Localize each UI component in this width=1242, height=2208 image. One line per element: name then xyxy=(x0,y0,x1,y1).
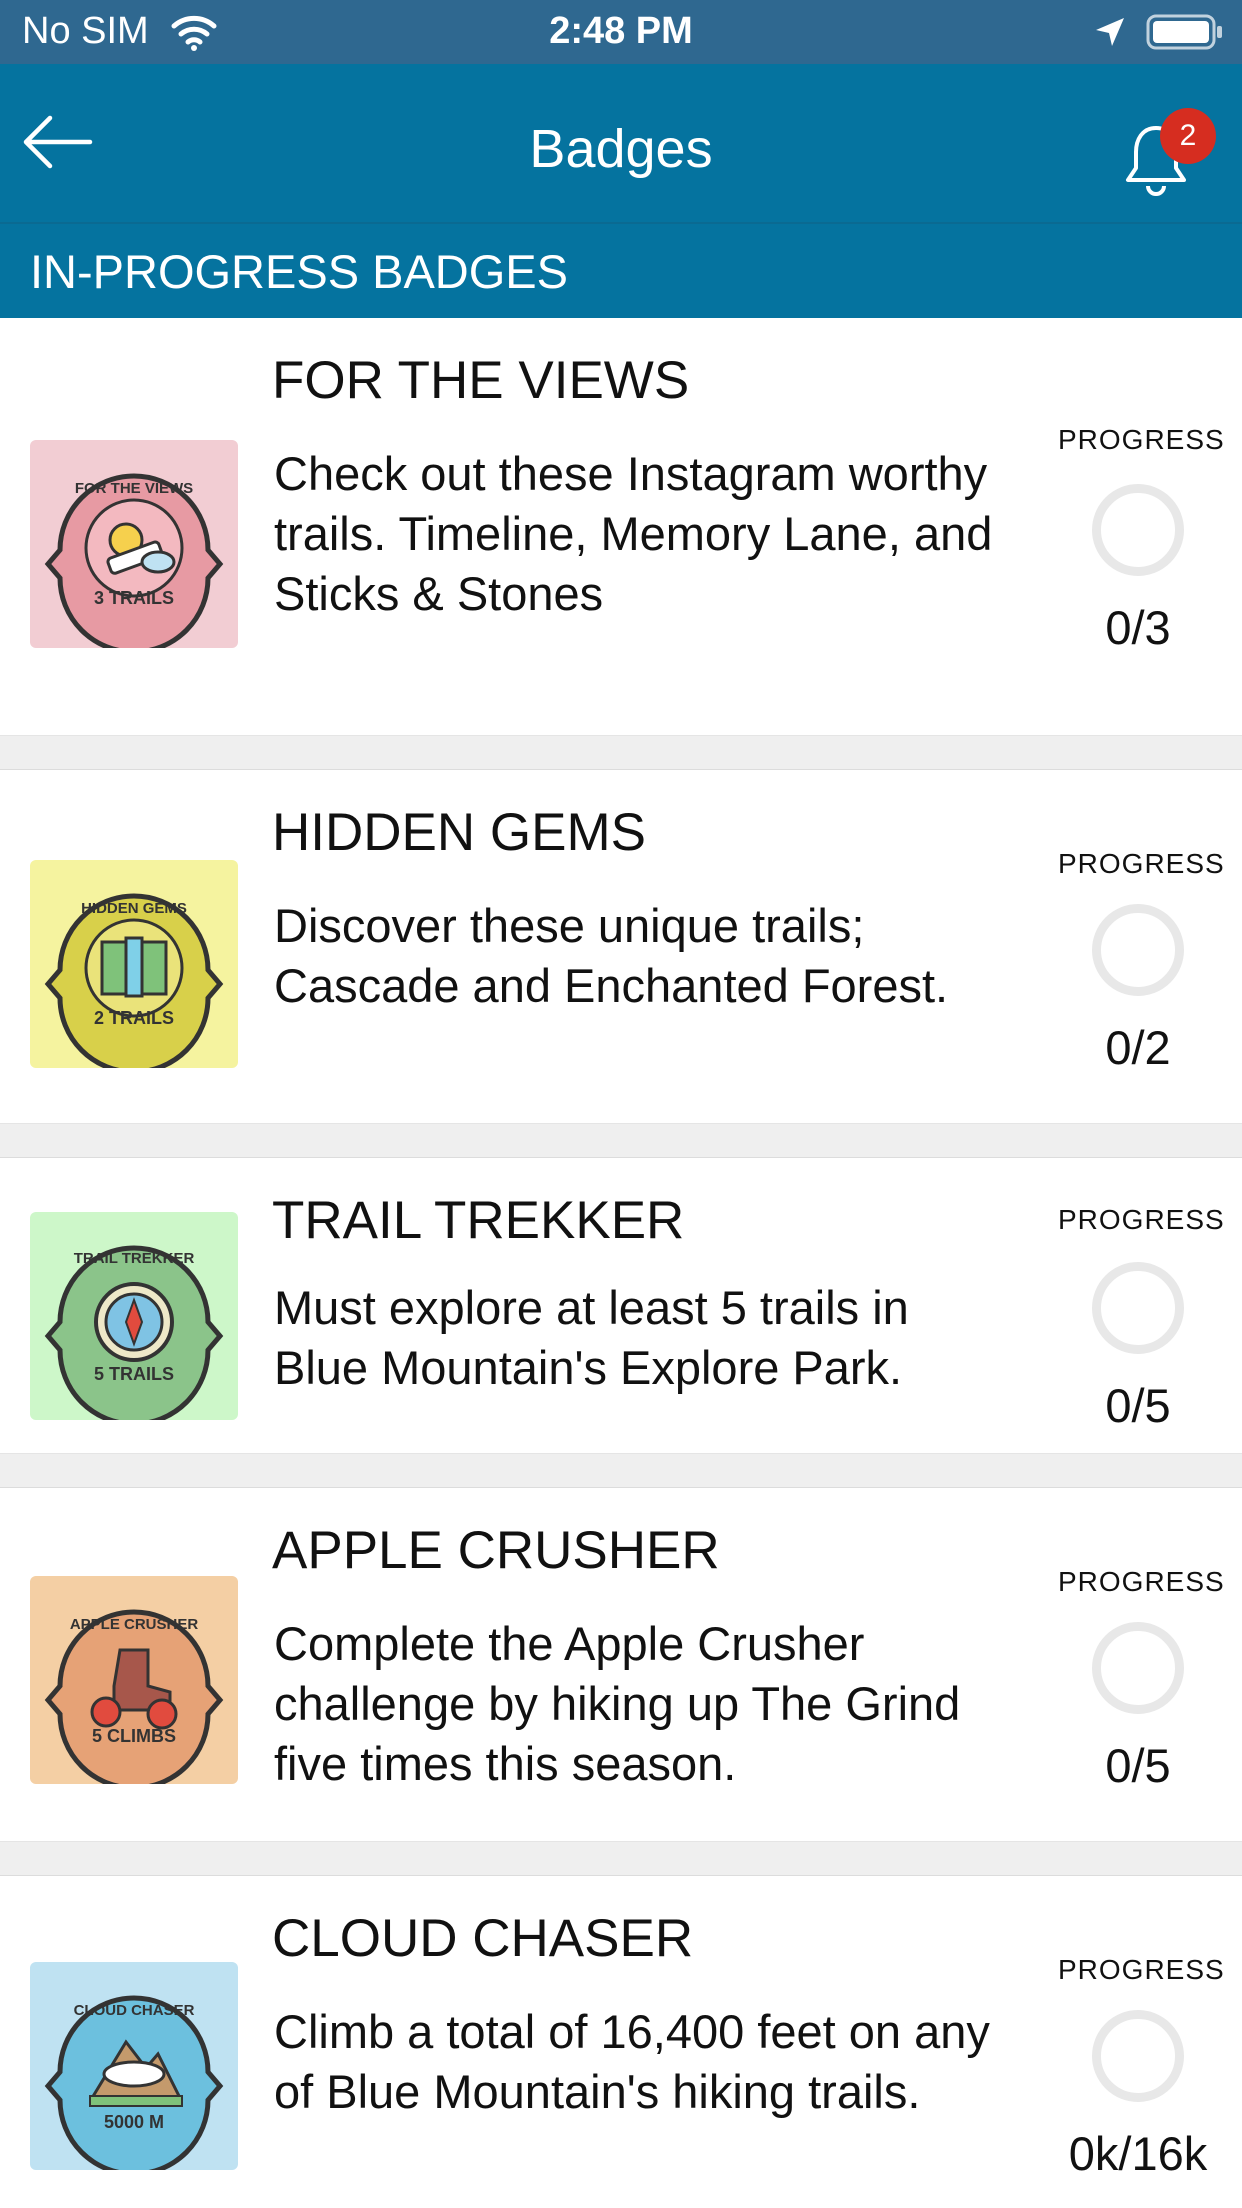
patch-top-label: APPLE CRUSHER xyxy=(69,1616,199,1633)
badge-card[interactable]: 5 TRAILS TRAIL TREKKER TRAIL TREKKER Mus… xyxy=(0,1158,1242,1454)
progress-value: 0k/16k xyxy=(1068,2127,1208,2180)
battery-icon xyxy=(1146,14,1222,50)
progress-ring xyxy=(1092,1262,1184,1354)
badge-description: Must explore at least 5 trails in Blue M… xyxy=(274,1281,909,1394)
badge-title: CLOUD CHASER xyxy=(272,1909,694,1968)
badge-description: Discover these unique trails; Cascade an… xyxy=(274,899,949,1012)
progress-value: 0/3 xyxy=(1105,601,1171,654)
gems-patch-icon xyxy=(30,860,238,1068)
section-header: IN-PROGRESS BADGES xyxy=(0,222,1242,318)
notification-count-badge[interactable]: 2 xyxy=(1160,108,1216,164)
patch-top-label: TRAIL TREKKER xyxy=(73,1250,195,1267)
views-patch-icon xyxy=(30,440,238,648)
badge-description: Climb a total of 16,400 feet on any of B… xyxy=(274,2005,990,2118)
badge-title: FOR THE VIEWS xyxy=(272,351,690,410)
patch-label: 5000 M xyxy=(103,2112,165,2132)
progress-value: 0/5 xyxy=(1105,1379,1171,1432)
progress-label: PROGRESS xyxy=(1058,848,1225,879)
badge-title: TRAIL TREKKER xyxy=(272,1191,685,1250)
progress-ring xyxy=(1092,484,1184,576)
badge-card[interactable]: 5 CLIMBS APPLE CRUSHER APPLE CRUSHER Com… xyxy=(0,1488,1242,1842)
badge-title: HIDDEN GEMS xyxy=(272,803,646,862)
badge-description: Check out these Instagram worthy trails.… xyxy=(274,447,993,620)
progress-ring xyxy=(1092,904,1184,996)
nav-bar: Badges 2 xyxy=(0,64,1242,222)
badge-patch-image: 5000 M CLOUD CHASER xyxy=(30,1962,238,2170)
trekker-patch-icon xyxy=(30,1212,238,1420)
location-arrow-icon xyxy=(1096,18,1124,46)
separator xyxy=(0,1454,1242,1488)
progress-label: PROGRESS xyxy=(1058,1566,1225,1597)
progress-value: 0/2 xyxy=(1105,1021,1171,1074)
patch-label: 3 TRAILS xyxy=(93,588,174,608)
patch-top-label: HIDDEN GEMS xyxy=(81,900,187,917)
separator xyxy=(0,736,1242,770)
separator xyxy=(0,1124,1242,1158)
patch-label: 2 TRAILS xyxy=(93,1008,174,1028)
progress-label: PROGRESS xyxy=(1058,1954,1225,1985)
progress-ring xyxy=(1092,1622,1184,1714)
progress-ring xyxy=(1092,2010,1184,2102)
patch-top-label: FOR THE VIEWS xyxy=(74,480,194,497)
badge-card[interactable]: 5000 M CLOUD CHASER CLOUD CHASER Climb a… xyxy=(0,1876,1242,2208)
cloud-patch-icon xyxy=(30,1962,238,2170)
apple-patch-icon xyxy=(30,1576,238,1784)
badge-title: APPLE CRUSHER xyxy=(272,1521,720,1580)
progress-label: PROGRESS xyxy=(1058,424,1225,455)
badge-list: 3 TRAILS FOR THE VIEWS FOR THE VIEWS Che… xyxy=(0,318,1242,2208)
badge-card[interactable]: 3 TRAILS FOR THE VIEWS FOR THE VIEWS Che… xyxy=(0,318,1242,736)
badge-patch-image: 3 TRAILS FOR THE VIEWS xyxy=(30,440,238,648)
badge-patch-image: 5 TRAILS TRAIL TREKKER xyxy=(30,1212,238,1420)
patch-label: 5 TRAILS xyxy=(93,1364,174,1384)
badge-card[interactable]: 2 TRAILS HIDDEN GEMS HIDDEN GEMS Discove… xyxy=(0,770,1242,1124)
progress-value: 0/5 xyxy=(1105,1739,1171,1792)
separator xyxy=(0,1842,1242,1876)
page-title: Badges xyxy=(529,119,713,179)
badge-description: Complete the Apple Crusher challenge by … xyxy=(274,1617,961,1790)
patch-label: 5 CLIMBS xyxy=(91,1726,176,1746)
patch-top-label: CLOUD CHASER xyxy=(73,2002,195,2019)
badge-patch-image: 2 TRAILS HIDDEN GEMS xyxy=(30,860,238,1068)
status-bar: No SIM 2:48 PM xyxy=(0,0,1242,64)
badge-patch-image: 5 CLIMBS APPLE CRUSHER xyxy=(30,1576,238,1784)
clock: 2:48 PM xyxy=(549,10,693,52)
progress-label: PROGRESS xyxy=(1058,1204,1225,1235)
